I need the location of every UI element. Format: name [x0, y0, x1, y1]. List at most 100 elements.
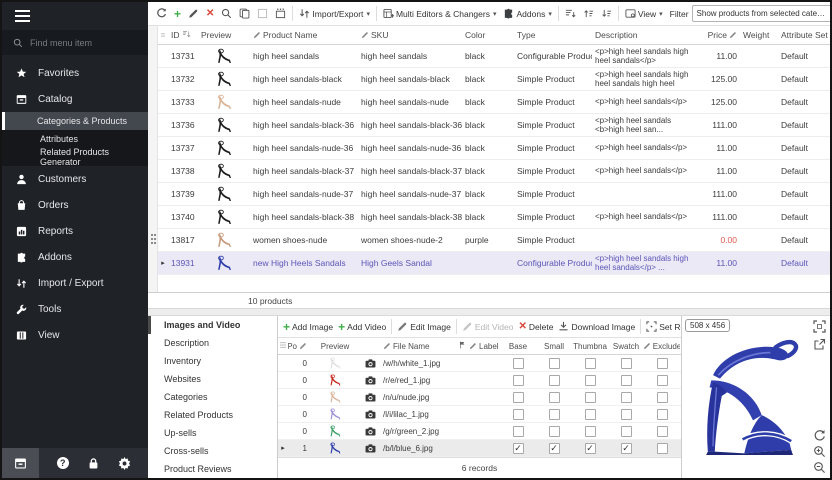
image-column-header-label[interactable]: Label: [456, 341, 500, 351]
download-image-button[interactable]: Download Image: [556, 320, 637, 333]
small-checkbox[interactable]: [549, 409, 560, 420]
swatch-checkbox[interactable]: [621, 358, 632, 369]
catalog-mode-button[interactable]: [2, 448, 39, 478]
image-column-header-file-name[interactable]: File Name: [380, 342, 456, 351]
thumbnail-checkbox[interactable]: [585, 392, 596, 403]
zoom-out-button[interactable]: [813, 461, 826, 474]
category-filter-select[interactable]: Show products from selected categories▾: [692, 5, 830, 22]
column-header-attribute-set-name[interactable]: Attribute Set Name: [778, 30, 830, 40]
sidebar-item-favorites[interactable]: Favorites: [2, 60, 148, 86]
image-column-header-thumbna[interactable]: Thumbna: [572, 342, 608, 351]
image-row[interactable]: 0/r/e/red_1.jpg: [278, 372, 681, 389]
tab-product-reviews[interactable]: Product Reviews: [148, 460, 277, 478]
lock-button[interactable]: [87, 456, 101, 470]
product-row[interactable]: 13737high heel sandals-nude-36high heel …: [158, 137, 830, 160]
exclude-checkbox[interactable]: [657, 392, 668, 403]
image-column-header-preview[interactable]: Preview: [310, 342, 360, 351]
sidebar-item-reports[interactable]: Reports: [2, 218, 148, 244]
tab-images-and-video[interactable]: Images and Video: [148, 316, 277, 334]
base-checkbox[interactable]: [513, 358, 524, 369]
product-row[interactable]: 13731high heel sandalshigh heel sandalsb…: [158, 45, 830, 68]
fullscreen-button[interactable]: [813, 320, 826, 333]
open-external-button[interactable]: [813, 338, 826, 351]
panel-splitter-vertical[interactable]: [148, 26, 158, 308]
sidebar-subitem-attributes[interactable]: Attributes: [2, 130, 148, 148]
grid-config-icon[interactable]: [158, 32, 168, 38]
search-button[interactable]: [218, 6, 235, 21]
base-checkbox[interactable]: [513, 375, 524, 386]
product-row[interactable]: 13817women shoes-nudewomen shoes-nude-2p…: [158, 229, 830, 252]
image-row[interactable]: 0/n/u/nude.jpg: [278, 389, 681, 406]
view-menu[interactable]: View▾: [622, 6, 666, 21]
tab-description[interactable]: Description: [148, 334, 277, 352]
exclude-checkbox[interactable]: [657, 409, 668, 420]
small-checkbox[interactable]: [549, 375, 560, 386]
small-checkbox[interactable]: [549, 358, 560, 369]
thumbnail-checkbox[interactable]: [585, 358, 596, 369]
base-checkbox[interactable]: [513, 392, 524, 403]
swatch-checkbox[interactable]: [621, 375, 632, 386]
sidebar-subitem-categories-products[interactable]: Categories & Products: [2, 112, 148, 130]
product-row[interactable]: 13732high heel sandals-blackhigh heel sa…: [158, 68, 830, 91]
edit-product-button[interactable]: [185, 6, 202, 21]
image-column-header-small[interactable]: Small: [536, 342, 572, 351]
image-row[interactable]: 0/w/h/white_1.jpg: [278, 355, 681, 372]
multi-editors-menu[interactable]: Multi Editors & Changers▾: [380, 6, 500, 21]
column-header-id[interactable]: ID: [168, 30, 198, 41]
swatch-checkbox[interactable]: [621, 426, 632, 437]
add-image-button[interactable]: +Add Image: [281, 321, 335, 333]
tab-inventory[interactable]: Inventory: [148, 352, 277, 370]
column-header-type[interactable]: Type: [514, 30, 592, 40]
sidebar-search[interactable]: [2, 30, 148, 55]
swatch-checkbox[interactable]: [621, 443, 632, 454]
product-row[interactable]: 13736high heel sandals-black-36high heel…: [158, 114, 830, 137]
small-checkbox[interactable]: [549, 392, 560, 403]
product-row[interactable]: 13740high heel sandals-black-38high heel…: [158, 206, 830, 229]
product-row[interactable]: 13739high heel sandals-nude-37high heel …: [158, 183, 830, 206]
image-column-header-swatch[interactable]: Swatch: [608, 342, 644, 351]
sidebar-item-import-export[interactable]: Import / Export: [2, 270, 148, 296]
tab-cross-sells[interactable]: Cross-sells: [148, 442, 277, 460]
swatch-checkbox[interactable]: [621, 409, 632, 420]
rotate-button[interactable]: [813, 429, 826, 442]
thumbnail-checkbox[interactable]: [585, 426, 596, 437]
sidebar-search-input[interactable]: [30, 38, 130, 48]
product-row[interactable]: 13733high heel sandals-nudehigh heel san…: [158, 91, 830, 114]
sidebar-subitem-related-products-generator[interactable]: Related Products Generator: [2, 148, 148, 166]
small-checkbox[interactable]: [549, 443, 560, 454]
tab-related-products[interactable]: Related Products: [148, 406, 277, 424]
base-checkbox[interactable]: [513, 409, 524, 420]
edit-video-button[interactable]: Edit Video: [460, 320, 516, 333]
exclude-checkbox[interactable]: [657, 443, 668, 454]
image-column-header-po[interactable]: Po: [288, 342, 310, 351]
column-header-weight[interactable]: Weight: [740, 30, 778, 40]
thumbnail-checkbox[interactable]: [585, 443, 596, 454]
image-column-header-base[interactable]: Base: [500, 342, 536, 351]
product-row[interactable]: 13738high heel sandals-black-37high heel…: [158, 160, 830, 183]
column-header-price[interactable]: Price: [692, 30, 740, 40]
thumbnail-checkbox[interactable]: [585, 375, 596, 386]
set-resize-rule-button[interactable]: Set Resize Rule: [644, 320, 681, 333]
base-checkbox[interactable]: [513, 426, 524, 437]
column-header-color[interactable]: Color: [462, 30, 514, 40]
edit-image-button[interactable]: Edit Image: [395, 320, 453, 333]
column-header-description[interactable]: Description: [592, 30, 692, 40]
delete-image-button[interactable]: ✕Delete: [516, 321, 555, 333]
swatch-checkbox[interactable]: [621, 392, 632, 403]
column-header-sku[interactable]: SKU: [358, 30, 462, 40]
column-header-preview[interactable]: Preview: [198, 30, 250, 40]
zoom-in-button[interactable]: [813, 445, 826, 458]
image-row[interactable]: 0/g/r/green_2.jpg: [278, 423, 681, 440]
sidebar-item-tools[interactable]: Tools: [2, 296, 148, 322]
add-product-button[interactable]: +: [171, 7, 184, 21]
thumbnail-checkbox[interactable]: [585, 409, 596, 420]
sidebar-item-addons[interactable]: Addons: [2, 244, 148, 270]
image-column-header-exclude[interactable]: Exclude: [644, 342, 680, 351]
sidebar-item-customers[interactable]: Customers: [2, 166, 148, 192]
column-header-product-name[interactable]: Product Name: [250, 30, 358, 40]
sidebar-item-orders[interactable]: Orders: [2, 192, 148, 218]
paste-special-button[interactable]: [272, 6, 289, 21]
add-video-button[interactable]: +Add Video: [336, 321, 388, 333]
tab-categories[interactable]: Categories: [148, 388, 277, 406]
exclude-checkbox[interactable]: [657, 426, 668, 437]
